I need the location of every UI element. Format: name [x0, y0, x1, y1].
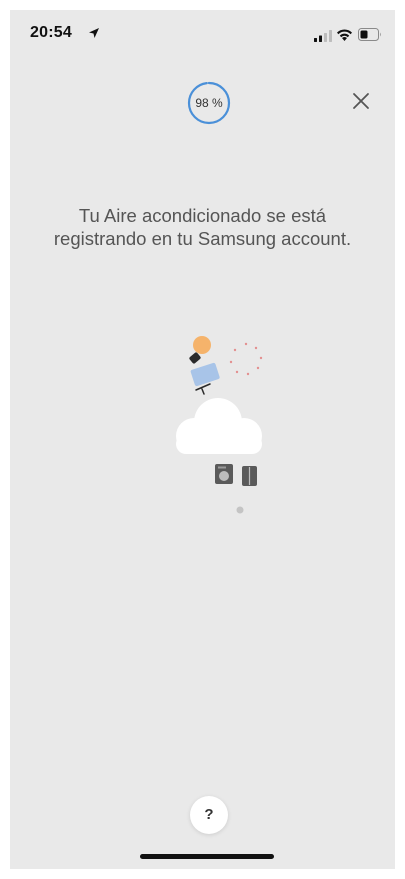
status-message-line-2: registrando en tu Samsung account. [53, 228, 352, 249]
location-arrow-icon [89, 28, 99, 38]
refrigerator-icon [242, 466, 257, 486]
status-message: Tu Aire acondicionado se está registrand… [30, 204, 375, 250]
lightbulb-icon [189, 336, 211, 364]
registration-illustration [176, 336, 263, 514]
status-message-line-1: Tu Aire acondicionado se está [78, 205, 327, 226]
help-button[interactable]: ? [190, 796, 228, 834]
status-time: 20:54 [30, 24, 72, 41]
washer-icon [215, 464, 233, 484]
progress-label: 98 % [195, 96, 223, 110]
cellular-signal-icon [314, 30, 332, 42]
page-indicator-dot [236, 506, 244, 514]
screen: 20:54 98 % Tu Aire acondicionado se está… [10, 10, 395, 869]
loading-dots-icon [229, 342, 263, 376]
battery-icon [358, 28, 381, 41]
progress-indicator: 98 % [186, 80, 232, 126]
close-icon [353, 93, 369, 109]
close-button[interactable] [346, 86, 376, 116]
wifi-icon [337, 29, 352, 41]
cloud-icon [176, 398, 262, 454]
smart-tv-icon [190, 362, 220, 395]
status-bar: 20:54 [10, 10, 395, 54]
home-indicator[interactable] [140, 854, 274, 859]
